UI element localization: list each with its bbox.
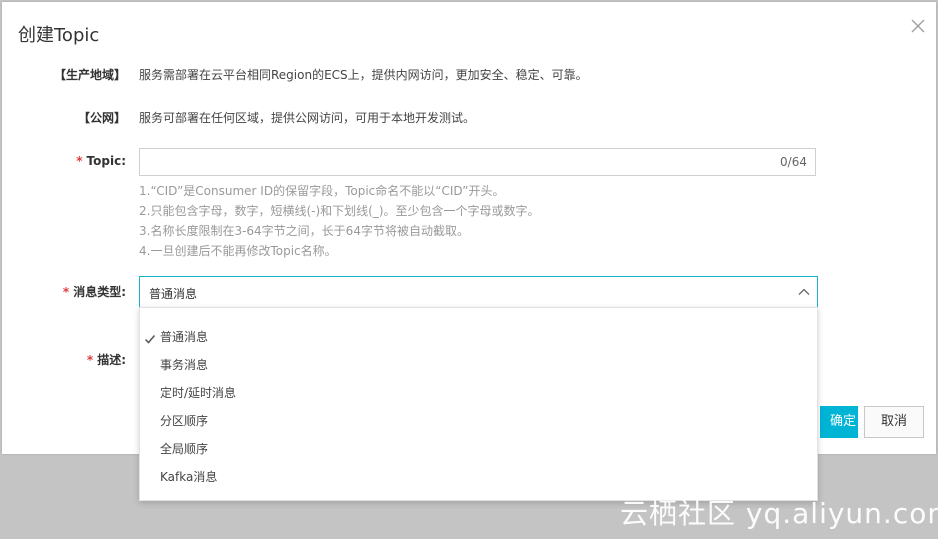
region-description: 服务需部署在云平台相同Region的ECS上，提供内网访问，更加安全、稳定、可靠… bbox=[139, 68, 588, 82]
required-mark: * bbox=[62, 285, 70, 299]
topic-char-counter: 0/64 bbox=[780, 155, 807, 169]
chevron-up-icon[interactable] bbox=[797, 285, 811, 299]
description-label: * 描述: bbox=[87, 351, 126, 368]
menu-item-normal-message[interactable]: 普通消息 bbox=[160, 328, 208, 345]
topic-label: * Topic: bbox=[76, 154, 126, 168]
close-icon[interactable] bbox=[908, 16, 928, 36]
menu-item-transaction-message[interactable]: 事务消息 bbox=[160, 356, 208, 373]
topic-hint: 3.名称长度限制在3-64字节之间，长于64字节将被自动截取。 bbox=[139, 224, 469, 238]
description-label-text: 描述: bbox=[97, 353, 126, 367]
menu-item-partition-order[interactable]: 分区顺序 bbox=[160, 412, 208, 429]
message-type-dropdown-menu: 普通消息 事务消息 定时/延时消息 分区顺序 全局顺序 Kafka消息 bbox=[139, 307, 818, 501]
topic-label-text: Topic: bbox=[86, 154, 126, 168]
topic-hint: 4.一旦创建后不能再修改Topic名称。 bbox=[139, 244, 337, 258]
checkmark-icon bbox=[144, 335, 156, 344]
menu-item-timed-delayed-message[interactable]: 定时/延时消息 bbox=[160, 384, 236, 401]
confirm-button[interactable]: 确定 bbox=[820, 406, 858, 438]
topic-hints: 1.“CID”是Consumer ID的保留字段，Topic命名不能以“CID”… bbox=[139, 181, 540, 261]
topic-hint: 2.只能包含字母，数字，短横线(-)和下划线(_)。至少包含一个字母或数字。 bbox=[139, 204, 540, 218]
menu-item-global-order[interactable]: 全局顺序 bbox=[160, 440, 208, 457]
public-label: 【公网】 bbox=[77, 111, 126, 125]
required-mark: * bbox=[76, 154, 83, 168]
menu-item-kafka-message[interactable]: Kafka消息 bbox=[160, 468, 217, 485]
region-label: 【生产地域】 bbox=[53, 68, 126, 82]
topic-hint: 1.“CID”是Consumer ID的保留字段，Topic命名不能以“CID”… bbox=[139, 184, 505, 198]
watermark: 云栖社区 yq.aliyun.com bbox=[620, 497, 938, 530]
public-description: 服务可部署在任何区域，提供公网访问，可用于本地开发测试。 bbox=[139, 111, 476, 125]
message-type-select[interactable]: 普通消息 bbox=[139, 276, 818, 308]
message-type-label: * 消息类型: bbox=[63, 283, 126, 300]
message-type-selected-value: 普通消息 bbox=[149, 287, 198, 301]
cancel-button[interactable]: 取消 bbox=[864, 406, 924, 438]
topic-input[interactable]: 0/64 bbox=[139, 148, 816, 176]
required-mark: * bbox=[86, 353, 94, 367]
message-type-label-text: 消息类型: bbox=[73, 285, 126, 299]
dialog-title: 创建Topic bbox=[18, 25, 100, 46]
